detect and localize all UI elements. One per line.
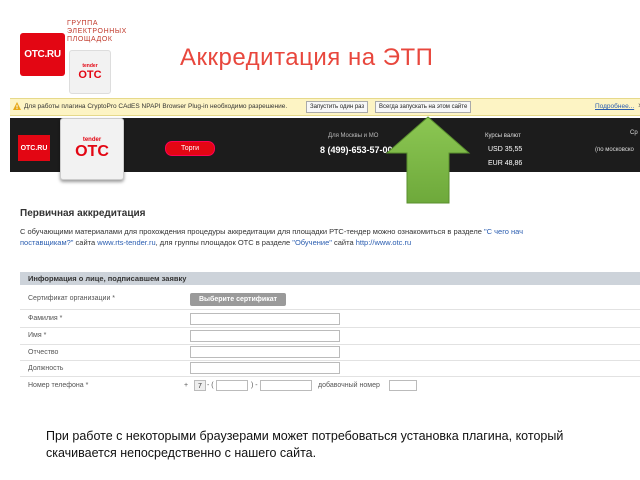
tender-logo: tender ОТС [69, 50, 111, 94]
form-title: Первичная аккредитация [20, 208, 146, 219]
slide-title: Аккредитация на ЭТП [180, 44, 434, 71]
phone-ext-field[interactable] [389, 380, 417, 391]
plugin-notification-bar: Для работы плагина CryptoPro CAdES NPAPI… [10, 98, 640, 116]
site-tender-logo[interactable]: tender ОТС [60, 118, 124, 180]
firstname-label: Имя * [28, 332, 47, 339]
group-line-3: ПЛОЩАДОК [67, 36, 113, 43]
phone-area-field[interactable] [216, 380, 248, 391]
phone-number-field[interactable] [260, 380, 312, 391]
torgi-button[interactable]: Торги [165, 141, 215, 156]
currency-label: Курсы валют [485, 133, 521, 139]
divider [20, 376, 640, 377]
phone-label: Номер телефона * [28, 382, 89, 389]
run-once-button[interactable]: Запустить один раз [306, 101, 369, 113]
patronymic-field[interactable] [190, 346, 340, 358]
site-ots-logo[interactable]: ОТС.RU [18, 135, 50, 161]
phone-number: 8 (499)-653-57-00 [320, 145, 393, 155]
phone-country-code[interactable]: 7 [194, 380, 206, 391]
phone-plus: + [184, 382, 189, 389]
position-label: Должность [28, 365, 64, 372]
right-label: Ср [630, 130, 638, 136]
group-line-2: ЭЛЕКТРОННЫХ [67, 28, 127, 35]
cert-label: Сертификат организации * [28, 295, 116, 302]
eur-rate: EUR 48,86 [488, 160, 523, 167]
lastname-label: Фамилия * [28, 315, 63, 322]
patronymic-label: Отчество [28, 349, 59, 356]
section-header: Информация о лице, подписавшем заявку [20, 272, 640, 285]
divider [20, 344, 640, 345]
ots-logo: ОТС.RU [20, 33, 65, 76]
divider [20, 309, 640, 310]
tender-logo-big: ОТС [78, 69, 102, 81]
firstname-field[interactable] [190, 330, 340, 342]
site-tender-big: ОТС [75, 143, 109, 160]
region-label: Для Москвы и МО [328, 133, 379, 139]
right-sub: (по московско [595, 147, 634, 153]
link-suppliers[interactable]: поставщикам?" [20, 238, 73, 247]
usd-rate: USD 35,55 [488, 146, 523, 153]
slide-caption: При работе с некоторыми браузерами может… [46, 429, 564, 460]
link-training[interactable]: "Обучение" [292, 238, 332, 247]
phone-separator-1: - ( [207, 382, 214, 389]
divider [20, 360, 640, 361]
group-line-1: ГРУППА [67, 20, 99, 27]
link-rts[interactable]: www.rts-tender.ru [97, 238, 155, 247]
more-link[interactable]: Подробнее... [595, 103, 634, 110]
group-text: ГРУППА ЭЛЕКТРОННЫХ ПЛОЩАДОК [67, 20, 127, 44]
warning-icon [13, 102, 21, 110]
phone-separator-2: ) - [251, 382, 258, 389]
green-arrow-up-icon [385, 116, 471, 204]
link-start[interactable]: "С чего нач [484, 227, 523, 236]
position-field[interactable] [190, 362, 340, 374]
plugin-message: Для работы плагина CryptoPro CAdES NPAPI… [24, 103, 288, 110]
link-otc[interactable]: http://www.otc.ru [356, 238, 411, 247]
always-run-button[interactable]: Всегда запускать на этом сайте [375, 101, 472, 113]
lastname-field[interactable] [190, 313, 340, 325]
form-description: С обучающими материалами для прохождения… [20, 227, 524, 247]
divider [20, 327, 640, 328]
phone-ext-label: добавочный номер [318, 382, 380, 389]
select-certificate-button[interactable]: Выберите сертификат [190, 293, 286, 306]
